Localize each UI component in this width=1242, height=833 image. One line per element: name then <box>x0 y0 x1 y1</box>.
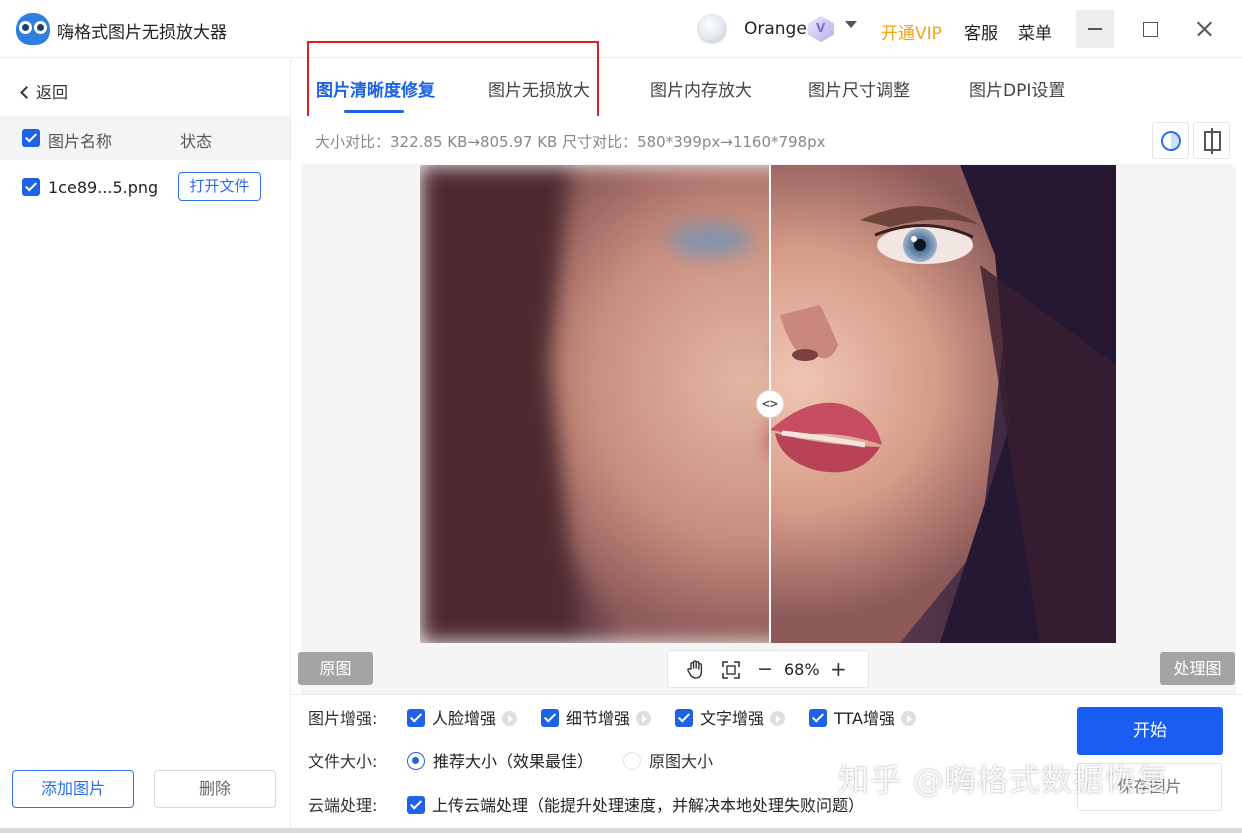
detail-enhance-option[interactable]: 细节增强 <box>541 705 652 729</box>
app-logo-icon <box>16 13 50 45</box>
title-bar: 嗨格式图片无损放大器 Orange 开通VIP 客服 菜单 <box>0 0 1242 58</box>
cloud-processing-checkbox[interactable] <box>407 796 425 814</box>
file-list-header <box>0 116 290 160</box>
save-image-button[interactable]: 保存图片 <box>1077 763 1222 811</box>
options-panel: 图片增强: 人脸增强 细节增强 文字增强 TTA增强 文件大小: 推荐大小（效果… <box>291 694 1242 833</box>
text-enhance-option[interactable]: 文字增强 <box>675 705 786 729</box>
zoom-toolbar: − 68% + <box>667 650 869 688</box>
face-enhance-label: 人脸增强 <box>432 709 497 728</box>
info-icon[interactable] <box>502 711 518 726</box>
tta-enhance-label: TTA增强 <box>834 709 895 728</box>
window-bottom-edge <box>0 828 1242 833</box>
size-recommended-option[interactable]: 推荐大小（效果最佳） <box>407 748 593 772</box>
cloud-processing-option[interactable]: 上传云端处理（能提升处理速度，并解决本地处理失败问题） <box>407 792 864 816</box>
enhance-label: 图片增强: <box>308 709 378 728</box>
tab-size-adjust[interactable]: 图片尺寸调整 <box>808 76 910 101</box>
compare-view-button[interactable] <box>1152 122 1189 159</box>
minimize-button[interactable] <box>1076 10 1114 48</box>
user-avatar[interactable] <box>697 14 727 44</box>
select-all-checkbox[interactable] <box>22 129 40 147</box>
zoom-out-button[interactable]: − <box>757 658 773 680</box>
zoom-in-button[interactable]: + <box>830 657 847 681</box>
size-original-option[interactable]: 原图大小 <box>623 748 713 772</box>
split-view-icon <box>1204 128 1221 154</box>
active-tab-indicator <box>344 110 404 113</box>
face-enhance-checkbox[interactable] <box>407 709 425 727</box>
info-icon[interactable] <box>770 711 786 726</box>
cloud-processing-label: 上传云端处理（能提升处理速度，并解决本地处理失败问题） <box>432 796 865 815</box>
app-title: 嗨格式图片无损放大器 <box>57 23 227 43</box>
comparison-slider-handle[interactable]: <> <box>756 390 784 418</box>
compare-icon <box>1161 131 1181 151</box>
tab-dpi-settings[interactable]: 图片DPI设置 <box>969 76 1065 101</box>
original-image-label: 原图 <box>298 652 373 685</box>
file-size-label: 文件大小: <box>308 752 378 771</box>
close-button[interactable] <box>1185 10 1223 48</box>
size-original-label: 原图大小 <box>649 752 714 771</box>
face-enhance-option[interactable]: 人脸增强 <box>407 705 518 729</box>
detail-enhance-checkbox[interactable] <box>541 709 559 727</box>
text-enhance-checkbox[interactable] <box>675 709 693 727</box>
customer-service-link[interactable]: 客服 <box>964 19 998 44</box>
info-icon[interactable] <box>636 711 652 726</box>
column-header-name: 图片名称 <box>48 132 113 151</box>
user-name[interactable]: Orange <box>744 19 807 39</box>
file-checkbox[interactable] <box>22 178 40 196</box>
open-file-button[interactable]: 打开文件 <box>178 172 261 201</box>
open-vip-link[interactable]: 开通VIP <box>881 19 942 44</box>
text-enhance-label: 文字增强 <box>700 709 765 728</box>
info-icon[interactable] <box>900 711 916 726</box>
detail-enhance-label: 细节增强 <box>566 709 631 728</box>
back-label: 返回 <box>36 83 69 102</box>
delete-button[interactable]: 删除 <box>154 770 276 808</box>
tab-memory-enlarge[interactable]: 图片内存放大 <box>650 76 752 101</box>
back-button[interactable]: 返回 <box>20 79 69 103</box>
size-recommended-radio[interactable] <box>407 752 425 770</box>
split-view-button[interactable] <box>1193 122 1230 159</box>
file-name: 1ce89...5.png <box>48 178 159 197</box>
start-button[interactable]: 开始 <box>1077 707 1223 755</box>
zoom-level: 68% <box>784 660 820 679</box>
maximize-button[interactable] <box>1130 10 1168 48</box>
chevron-left-icon <box>20 86 33 99</box>
add-image-button[interactable]: 添加图片 <box>12 770 134 808</box>
processed-image-half <box>770 165 1116 643</box>
column-header-status: 状态 <box>180 132 213 151</box>
tta-enhance-option[interactable]: TTA增强 <box>809 705 916 729</box>
menu-link[interactable]: 菜单 <box>1018 19 1052 44</box>
size-comparison-text: 大小对比：322.85 KB→805.97 KB 尺寸对比：580*399px→… <box>315 133 826 151</box>
file-sidebar: 返回 图片名称 状态 1ce89...5.png 打开文件 添加图片 删除 <box>0 59 291 833</box>
user-dropdown-caret-icon[interactable] <box>845 21 857 28</box>
tab-lossless-enlarge[interactable]: 图片无损放大 <box>488 76 590 101</box>
fit-screen-icon[interactable] <box>721 660 741 680</box>
processed-image-label: 处理图 <box>1160 652 1235 685</box>
cloud-label: 云端处理: <box>308 796 378 815</box>
size-original-radio[interactable] <box>623 752 641 770</box>
tta-enhance-checkbox[interactable] <box>809 709 827 727</box>
vip-badge-icon <box>808 16 834 42</box>
hand-pan-icon[interactable] <box>686 659 706 680</box>
size-recommended-label: 推荐大小（效果最佳） <box>433 752 594 771</box>
original-image-half <box>420 165 770 643</box>
tab-clarity-repair[interactable]: 图片清晰度修复 <box>316 76 435 101</box>
